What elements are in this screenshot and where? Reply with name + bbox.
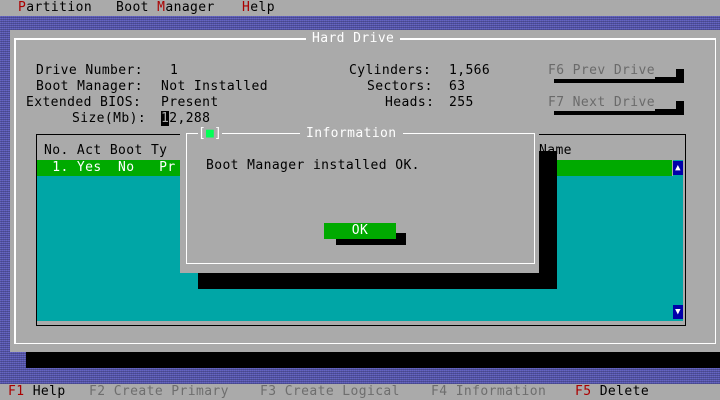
help-key: F1 — [8, 384, 25, 399]
create-logical-key: F3 — [260, 384, 277, 399]
dialog-message: Boot Manager installed OK. — [206, 158, 420, 173]
menu-help-label: elp — [250, 0, 275, 15]
create-primary-key: F2 — [89, 384, 106, 399]
information-key: F4 — [431, 384, 448, 399]
menu-bar — [0, 0, 720, 16]
dialog-close-bracket-left: [ — [198, 126, 207, 142]
next-drive-button[interactable]: F7 Next Drive — [548, 95, 655, 111]
help-key-item[interactable]: F1 Help — [8, 384, 66, 400]
prev-drive-button[interactable]: F6 Prev Drive — [548, 63, 655, 79]
extended-bios-value: Present — [161, 95, 219, 110]
create-logical-key-item[interactable]: F3 Create Logical — [260, 384, 400, 400]
menu-help-hotkey: H — [242, 0, 251, 15]
menu-partition-hotkey: P — [18, 0, 27, 15]
information-key-item[interactable]: F4 Information — [431, 384, 546, 400]
menu-boot-manager-prefix: Boot — [116, 0, 158, 15]
drive-number-label: Drive Number: — [36, 63, 143, 78]
window-title: Hard Drive — [306, 31, 401, 47]
dialog-title: Information — [300, 126, 403, 142]
heads-label: Heads: — [385, 95, 435, 110]
size-label: Size(Mb): — [72, 111, 147, 126]
extended-bios-label: Extended BIOS: — [26, 95, 142, 110]
sectors-label: Sectors: — [367, 79, 433, 94]
close-icon[interactable]: ■ — [206, 126, 215, 142]
menu-boot-manager-label: anager — [165, 0, 215, 15]
information-key-label: Information — [455, 384, 547, 399]
cylinders-label: Cylinders: — [349, 63, 432, 78]
table-row-text: 1. Yes No Pr — [44, 160, 176, 175]
menu-help[interactable]: Help — [242, 0, 275, 16]
menu-partition[interactable]: Partition — [18, 0, 92, 16]
menu-partition-label: artition — [26, 0, 93, 15]
scroll-up-icon[interactable]: ▲ — [673, 161, 683, 175]
cylinders-value: 1,566 — [449, 63, 491, 78]
size-value[interactable]: 12,288 — [161, 111, 210, 127]
help-key-label: Help — [32, 384, 66, 399]
delete-key-item[interactable]: F5 Delete — [575, 384, 649, 400]
window-shadow-bottom — [26, 352, 720, 368]
create-logical-key-label: Create Logical — [284, 384, 400, 399]
drive-number-value: 1 — [170, 63, 179, 78]
prev-drive-shadow-right — [676, 69, 684, 83]
size-value-rest: 2,288 — [169, 111, 211, 126]
delete-key-label: Delete — [599, 384, 650, 399]
scroll-down-icon[interactable]: ▼ — [673, 305, 683, 319]
text-cursor: 1 — [161, 111, 170, 126]
scrollbar[interactable] — [673, 160, 683, 321]
partition-table-header: No. Act Boot Ty — [44, 143, 168, 158]
sectors-value: 63 — [449, 79, 466, 94]
next-drive-shadow-right — [676, 101, 684, 115]
heads-value: 255 — [449, 95, 474, 110]
dialog-close-bracket-right: ] — [214, 126, 223, 142]
delete-key: F5 — [575, 384, 592, 399]
create-primary-key-label: Create Primary — [113, 384, 229, 399]
create-primary-key-item[interactable]: F2 Create Primary — [89, 384, 229, 400]
ok-button[interactable]: OK — [324, 223, 396, 239]
boot-manager-value: Not Installed — [161, 79, 268, 94]
menu-boot-manager[interactable]: Boot Manager — [116, 0, 215, 16]
boot-manager-label: Boot Manager: — [36, 79, 143, 94]
